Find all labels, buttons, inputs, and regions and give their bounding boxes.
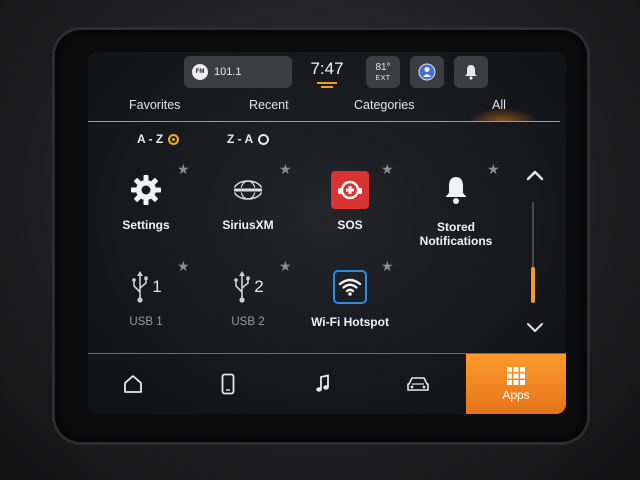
dock-home-button[interactable] <box>88 354 178 414</box>
bell-icon <box>436 170 476 210</box>
favorite-star-icon[interactable]: ★ <box>381 162 395 176</box>
app-label: Stored Notifications <box>419 220 493 248</box>
scroll-down-button[interactable] <box>525 320 545 334</box>
sos-tile <box>331 171 369 209</box>
app-settings[interactable]: ★ Settings <box>96 162 196 260</box>
usb-port-number: 2 <box>254 277 264 296</box>
chevron-up-icon <box>526 170 544 181</box>
infotainment-screen: FM 101.1 7:47 81° EXT Favorites Recent C… <box>88 52 566 414</box>
sort-z-a-option[interactable]: Z - A <box>227 130 270 148</box>
radio-frequency: 101.1 <box>214 66 242 78</box>
favorite-star-icon[interactable]: ★ <box>381 259 395 273</box>
sos-icon <box>330 170 370 210</box>
gear-icon <box>126 170 166 210</box>
clock: 7:47 <box>294 54 360 90</box>
dock-apps-label: Apps <box>502 388 530 402</box>
temperature-label: EXT <box>375 74 391 82</box>
apps-grid-icon <box>507 367 525 385</box>
tab-all[interactable]: All <box>492 98 506 112</box>
status-bar: FM 101.1 7:47 81° EXT <box>88 52 566 92</box>
bottom-dock: Apps <box>88 354 566 414</box>
dock-vehicle-button[interactable] <box>373 354 463 414</box>
app-label: Wi-Fi Hotspot <box>311 315 389 329</box>
music-note-icon <box>316 374 329 392</box>
clock-time: 7:47 <box>310 59 344 78</box>
clock-accent-line <box>321 86 333 88</box>
sort-a-z-radio[interactable] <box>168 133 180 145</box>
wifi-tile <box>333 270 367 304</box>
phone-icon <box>221 373 235 395</box>
app-usb-1[interactable]: ★ 1 USB 1 <box>96 259 196 357</box>
driver-profile-icon <box>418 63 436 81</box>
usb-1-icon: 1 <box>126 267 166 307</box>
favorite-star-icon[interactable]: ★ <box>279 162 293 176</box>
app-wifi-hotspot[interactable]: ★ Wi-Fi Hotspot <box>300 259 400 357</box>
sort-z-a-radio[interactable] <box>258 133 270 145</box>
chevron-down-icon <box>527 323 543 332</box>
car-icon <box>407 377 429 391</box>
app-sos[interactable]: ★ SOS <box>300 162 400 260</box>
tabs-divider <box>88 121 560 122</box>
sort-z-a-label: Z - A <box>227 132 254 146</box>
driver-profile-button[interactable] <box>410 56 444 88</box>
tab-recent[interactable]: Recent <box>249 98 289 112</box>
favorite-star-icon[interactable]: ★ <box>279 259 293 273</box>
app-usb-2[interactable]: ★ 2 USB 2 <box>198 259 298 357</box>
favorite-star-icon[interactable]: ★ <box>177 162 191 176</box>
clock-accent-line <box>317 82 337 84</box>
scrollbar-thumb[interactable] <box>531 267 535 303</box>
bell-icon <box>465 65 477 80</box>
dock-media-button[interactable] <box>278 354 368 414</box>
dock-phone-button[interactable] <box>183 354 273 414</box>
sort-a-z-label: A - Z <box>137 132 164 146</box>
dock-apps-button[interactable]: Apps <box>466 354 566 414</box>
radio-now-playing-button[interactable]: FM 101.1 <box>184 56 292 88</box>
scroll-up-button[interactable] <box>525 168 545 182</box>
usb-2-icon: 2 <box>228 267 268 307</box>
temperature-value: 81° <box>375 61 391 73</box>
app-siriusxm[interactable]: ★ SiriusXM <box>198 162 298 260</box>
notifications-button[interactable] <box>454 56 488 88</box>
fm-badge: FM <box>192 64 208 80</box>
app-stored-notifications[interactable]: ★ Stored Notifications <box>406 162 506 260</box>
outside-temperature: 81° EXT <box>366 56 400 88</box>
siriusxm-logo-icon <box>228 170 268 210</box>
app-label: SOS <box>337 218 363 232</box>
wifi-icon <box>330 267 370 307</box>
sort-a-z-option[interactable]: A - Z <box>137 130 180 148</box>
tab-categories[interactable]: Categories <box>354 98 414 112</box>
usb-port-number: 1 <box>152 277 162 296</box>
app-category-tabs: Favorites Recent Categories All <box>88 92 566 122</box>
favorite-star-icon[interactable]: ★ <box>487 162 501 176</box>
tab-favorites[interactable]: Favorites <box>129 98 180 112</box>
favorite-star-icon[interactable]: ★ <box>177 259 191 273</box>
home-icon <box>124 375 142 393</box>
